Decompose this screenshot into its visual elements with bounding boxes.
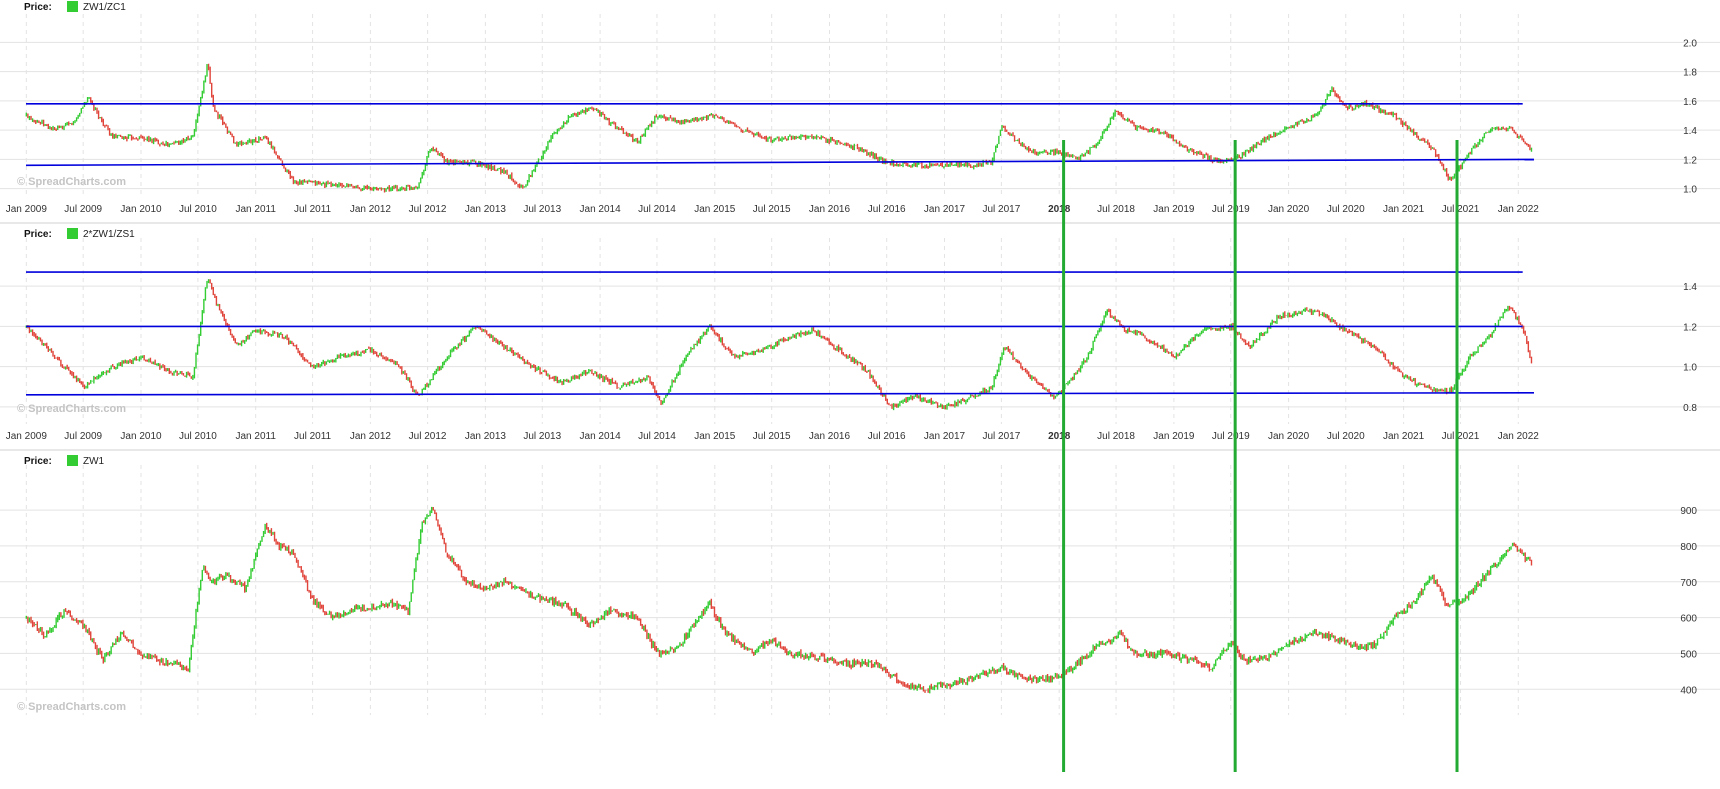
x-tick-label: Jul 2010 [179,431,217,442]
x-tick-label: Jan 2020 [1268,431,1310,442]
x-tick-label: Jul 2019 [1212,204,1250,215]
x-tick-label: Jul 2018 [1097,204,1135,215]
x-tick-label: Jan 2011 [236,431,277,442]
x-tick-label: Jan 2012 [350,204,392,215]
x-tick-label: Jul 2015 [753,204,791,215]
legend-price-label: Price: [24,456,52,467]
x-tick-label: Jan 2020 [1268,204,1310,215]
watermark: © SpreadCharts.com [17,701,126,713]
watermark: © SpreadCharts.com [17,176,126,188]
x-tick-label: Jan 2022 [1498,204,1540,215]
x-tick-label: Jul 2017 [982,431,1020,442]
x-tick-label: Jul 2021 [1442,204,1480,215]
x-tick-label: Jul 2021 [1442,431,1480,442]
x-tick-label: Jan 2019 [1153,204,1195,215]
y-tick-label: 1.4 [1683,282,1697,293]
x-tick-label: Jul 2012 [409,204,447,215]
x-tick-label: Jul 2011 [294,431,332,442]
x-tick-label: Jan 2013 [465,204,507,215]
x-tick-label: Jan 2011 [236,204,277,215]
legend-swatch [67,455,78,466]
legend-series-name: ZW1 [83,456,105,467]
chart-stage: 2.0 1.8 1.6 1.4 1.2 1.0 Jan 2009 Jul 2009 Jan 20… [0,1,1720,772]
x-tick-label: Jan 2022 [1498,431,1540,442]
x-tick-label: Jul 2010 [179,204,217,215]
x-tick-label: Jul 2020 [1327,204,1365,215]
x-tick-label: Jan 2019 [1153,431,1195,442]
x-tick-label: Jul 2017 [982,204,1020,215]
x-tick-label: Jul 2016 [868,204,906,215]
x-tick-label: Jul 2009 [64,204,102,215]
chart-panel-1: 2.0 1.8 1.6 1.4 1.2 1.0 Jan 2009 Jul 2009 Jan 20… [0,1,1720,215]
x-tick-label: Jan 2021 [1383,204,1425,215]
x-tick-label: Jul 2013 [523,204,561,215]
x-tick-label: Jan 2015 [694,431,736,442]
y-tick-label: 1.0 [1683,363,1697,374]
x-tick-label: Jul 2020 [1327,431,1365,442]
x-tick-label: Jul 2018 [1097,431,1135,442]
x-tick-label: Jan 2012 [350,431,392,442]
y-tick-label: 1.6 [1683,97,1697,108]
y-tick-label: 1.8 [1683,68,1697,79]
legend-series-name: ZW1/ZC1 [83,2,126,13]
x-tick-label: Jul 2014 [638,204,676,215]
x-tick-label: Jan 2010 [120,431,162,442]
panel-separator [0,222,1720,224]
x-tick-label: Jan 2017 [924,204,966,215]
y-tick-label: 0.8 [1683,403,1697,414]
x-tick-label: Jan 2016 [809,431,851,442]
legend-swatch [67,228,78,239]
y-tick-label: 2.0 [1683,38,1697,49]
x-tick-label: Jul 2011 [294,204,332,215]
y-tick-label: 900 [1680,506,1697,517]
y-tick-label: 400 [1680,685,1697,696]
x-tick-label: Jan 2013 [465,431,507,442]
y-tick-label: 500 [1680,649,1697,660]
watermark: © SpreadCharts.com [17,403,126,415]
candles [25,279,1533,411]
x-tick-label: Jul 2013 [523,431,561,442]
x-tick-label: Jan 2009 [6,204,48,215]
x-tick-label: 2018 [1048,431,1071,442]
x-tick-label: Jan 2016 [809,204,851,215]
legend-swatch [67,1,78,12]
x-tick-label: Jan 2014 [580,431,622,442]
x-tick-label: Jul 2015 [753,431,791,442]
x-tick-label: Jan 2017 [924,431,966,442]
y-tick-label: 1.4 [1683,126,1697,137]
y-tick-label: 1.0 [1683,185,1697,196]
x-tick-label: Jan 2021 [1383,431,1425,442]
level-line [25,392,1535,396]
panel-separator [0,449,1720,451]
chart-panel-2: 1.4 1.2 1.0 0.8 Jan 2009 Jul 2009 Jan 2010 Jul … [0,228,1720,442]
y-tick-label: 1.2 [1683,322,1697,333]
y-tick-label: 600 [1680,614,1697,625]
candles [25,63,1533,193]
level-line [25,158,1535,167]
legend-price-label: Price: [24,2,52,13]
x-tick-label: Jul 2014 [638,431,676,442]
legend-series-name: 2*ZW1/ZS1 [83,229,135,240]
candles [25,506,1533,694]
chart-panel-3: 900 800 700 600 500 400 Price: ZW1 © SpreadChart… [0,455,1720,715]
x-tick-label: Jan 2015 [694,204,736,215]
y-tick-label: 1.2 [1683,155,1697,166]
x-tick-label: Jul 2016 [868,431,906,442]
x-tick-label: Jan 2014 [580,204,622,215]
x-tick-label: Jan 2010 [120,204,162,215]
x-tick-label: Jul 2012 [409,431,447,442]
y-tick-label: 700 [1680,578,1697,589]
x-tick-label: Jul 2009 [64,431,102,442]
y-tick-label: 800 [1680,542,1697,553]
x-tick-label: Jan 2009 [6,431,48,442]
x-tick-label: 2018 [1048,204,1071,215]
legend-price-label: Price: [24,229,52,240]
x-tick-label: Jul 2019 [1212,431,1250,442]
